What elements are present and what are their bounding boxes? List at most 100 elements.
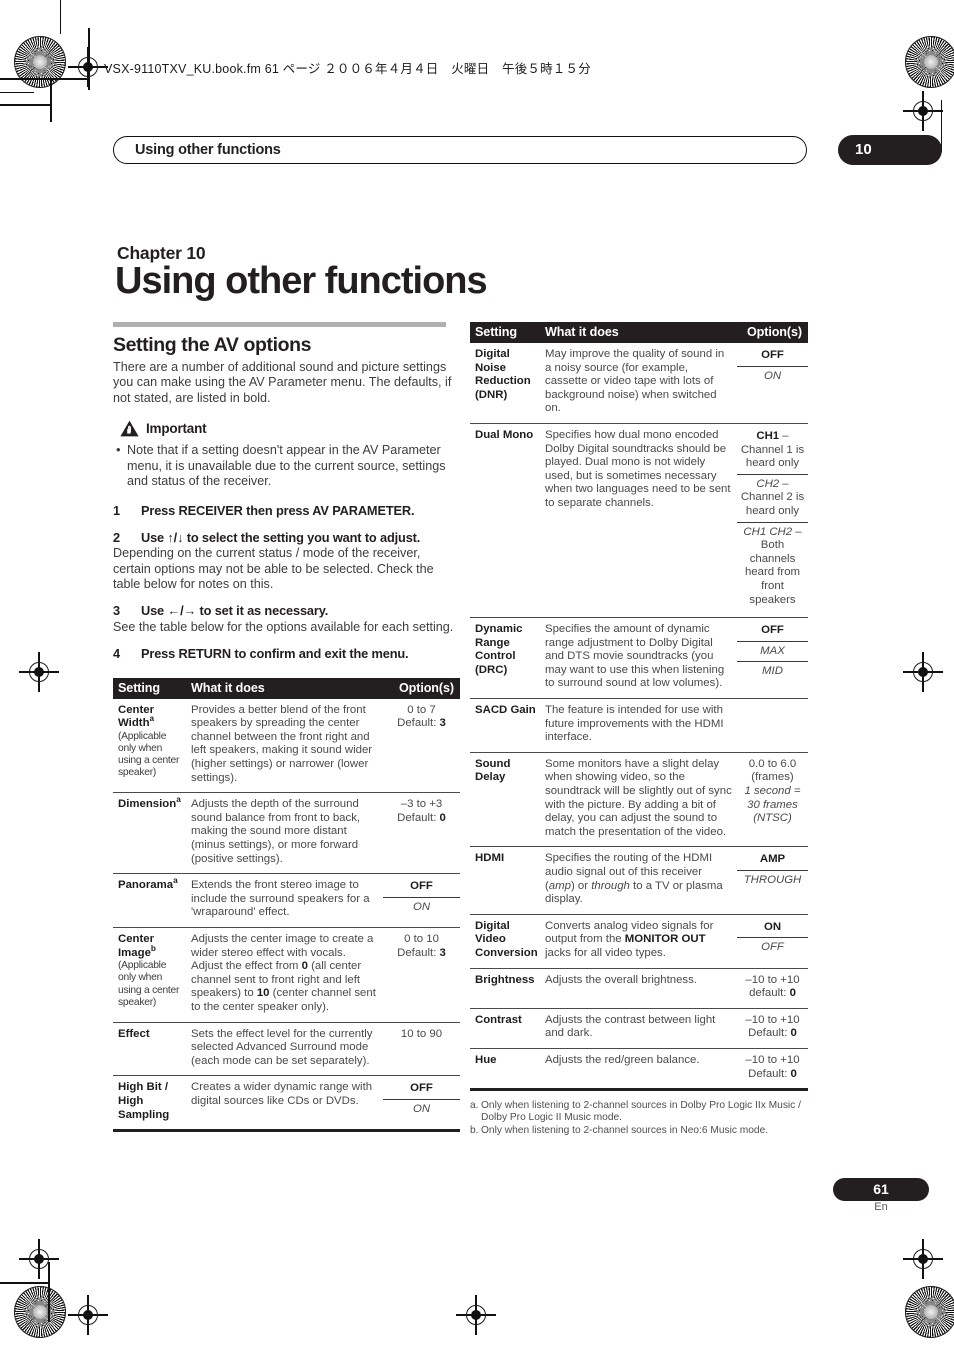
footnote-marker: a: [176, 795, 181, 805]
table-header-row: Setting What it does Option(s): [470, 322, 808, 343]
footnote: a. Only when listening to 2-channel sourc…: [470, 1100, 808, 1125]
footnotes: a. Only when listening to 2-channel sourc…: [470, 1100, 808, 1137]
file-slug-line: VSX-9110TXV_KU.book.fm 61 ページ ２００６年４月４日 …: [104, 62, 591, 76]
cell-setting-name: Effect: [113, 1021, 186, 1076]
cell-options: [732, 698, 808, 753]
step-subtext: See the table below for the options avai…: [113, 619, 454, 634]
cell-options: 0.0 to 6.0 (frames) 1 second = 30 frames …: [732, 751, 808, 847]
left-column: Setting the AV options There are a numbe…: [113, 322, 460, 1132]
footnote-marker: b: [150, 943, 156, 953]
step-item: 1 Press RECEIVER then press AV PARAMETER…: [113, 503, 460, 518]
step-text: Use ↑/↓ to select the setting you want t…: [141, 529, 421, 545]
cell-options: 0 to 7 Default: 3: [378, 699, 460, 793]
chapter-number: 10: [855, 141, 872, 158]
table-row: SACD Gain The feature is intended for use…: [470, 698, 808, 753]
cell-options: 10 to 90: [378, 1021, 460, 1076]
step-number: 3: [113, 603, 121, 619]
registration-crosshair-top-right: [903, 91, 943, 131]
cell-options: 0 to 10 Default: 3: [378, 927, 460, 1023]
option-value: ON: [383, 896, 460, 918]
option-value: THROUGH: [737, 870, 808, 891]
step-item: 2 Use ↑/↓ to select the setting you want…: [113, 530, 460, 545]
cell-description: Extends the front stereo image to includ…: [186, 873, 378, 928]
cell-setting-qualifier: (Applicable only when using a center spe…: [118, 960, 180, 1008]
option-value: –10 to +10: [745, 973, 800, 986]
cell-options: OFF ON: [378, 1075, 460, 1130]
right-column: Setting What it does Option(s) Digital N…: [470, 322, 808, 1137]
option-value: –3 to +3: [400, 798, 443, 811]
cell-description: Adjusts the contrast between light and d…: [540, 1007, 732, 1049]
option-value: OFF: [737, 937, 808, 958]
registration-crosshair-bottom-left-edge: [68, 1295, 108, 1335]
table-row: Hue Adjusts the red/green balance. –10 to …: [470, 1047, 808, 1089]
cell-options: –10 to +10 Default: 0: [732, 1007, 808, 1049]
step-item: 4 Press RETURN to confirm and exit the m…: [113, 646, 460, 661]
page-number: 61: [873, 1181, 889, 1197]
crop-line-bl-box-h: [0, 1282, 50, 1284]
cell-description: Creates a wider dynamic range with digit…: [186, 1075, 378, 1130]
cell-options: ON OFF: [732, 913, 808, 969]
table-row: Dimensiona Adjusts the depth of the surro…: [113, 792, 460, 874]
section-rule: [113, 322, 446, 327]
option-default: Default: 3: [397, 717, 446, 730]
cell-setting-name: Center Widtha (Applicable only when using…: [113, 699, 186, 793]
section-title: Setting the AV options: [113, 334, 312, 356]
registration-crosshair-bottom-left: [19, 1239, 59, 1279]
registration-crosshair-left-mid: [19, 652, 59, 692]
cell-setting-name: Sound Delay: [470, 751, 540, 847]
table-row: HDMI Specifies the routing of the HDMI au…: [470, 846, 808, 915]
registration-crosshair-bottom-right: [903, 1239, 943, 1279]
option-value: MID: [737, 661, 808, 682]
table-row: Dynamic Range Control (DRC) Specifies the…: [470, 617, 808, 699]
option-value: –10 to +10: [745, 1053, 800, 1066]
cell-setting-name: Digital Video Conversion: [470, 913, 540, 969]
column-header-what-it-does: What it does: [540, 322, 732, 343]
option-default: Default: 0: [748, 1067, 797, 1080]
registration-star-bottom-right: [905, 1286, 954, 1338]
steps-list: 1 Press RECEIVER then press AV PARAMETER…: [113, 503, 460, 661]
option-value: ON: [737, 365, 808, 387]
running-header-text: Using other functions: [135, 142, 281, 158]
option-value: –10 to +10: [745, 1013, 800, 1026]
option-value: CH1 CH2 – Both channels heard from front…: [737, 521, 808, 611]
option-value: OFF: [410, 880, 433, 893]
registration-crosshair-top-left: [68, 47, 108, 87]
registration-star-top-left: [14, 36, 66, 88]
cell-description: Adjusts the depth of the surround sound …: [186, 792, 378, 874]
registration-star-bottom-left: [14, 1286, 66, 1338]
cell-setting-name: Dual Mono: [470, 422, 540, 618]
column-header-what-it-does: What it does: [186, 677, 378, 699]
option-value: OFF: [410, 1082, 433, 1095]
cell-options: –3 to +3 Default: 0: [378, 792, 460, 874]
list-item: Note that if a setting doesn't appear in…: [113, 442, 460, 489]
cell-setting-name: Dimensiona: [113, 792, 186, 874]
table-row: Center Imageb (Applicable only when using…: [113, 927, 460, 1023]
cell-description: Adjusts the overall brightness.: [540, 967, 732, 1009]
important-heading: Important: [120, 420, 460, 437]
step-number: 2: [113, 529, 121, 545]
cell-options: OFF MAX MID: [732, 617, 808, 699]
table-row: Contrast Adjusts the contrast between lig…: [470, 1007, 808, 1049]
page-language: En: [874, 1201, 888, 1213]
cell-setting-name: Hue: [470, 1047, 540, 1089]
cell-description: Specifies how dual mono encoded Dolby Di…: [540, 422, 732, 618]
footnote: b. Only when listening to 2-channel sourc…: [470, 1125, 808, 1137]
cell-options: OFF ON: [732, 343, 808, 423]
table-row: Sound Delay Some monitors have a slight d…: [470, 751, 808, 847]
option-note: 1 second = 30 frames (NTSC): [744, 785, 801, 825]
cell-setting-name: HDMI: [470, 846, 540, 915]
cell-description: Specifies the amount of dynamic range ad…: [540, 617, 732, 699]
table-row: Dual Mono Specifies how dual mono encoded…: [470, 422, 808, 618]
option-value: CH2 – Channel 2 is heard only: [737, 473, 808, 522]
crop-line-tl-h: [0, 92, 34, 94]
chapter-number-badge: 10: [838, 135, 942, 165]
column-header-options: Option(s): [378, 677, 460, 699]
option-default: Default: 3: [397, 946, 446, 959]
cell-description: Provides a better blend of the front spe…: [191, 703, 373, 784]
table-row: High Bit / High Sampling Creates a wider …: [113, 1075, 460, 1130]
step-number: 1: [113, 503, 121, 519]
cell-description: The feature is intended for use with fut…: [540, 698, 732, 753]
option-value: ON: [383, 1098, 460, 1120]
crop-line-tl-box2-h: [0, 104, 52, 106]
option-value: AMP: [759, 853, 786, 866]
